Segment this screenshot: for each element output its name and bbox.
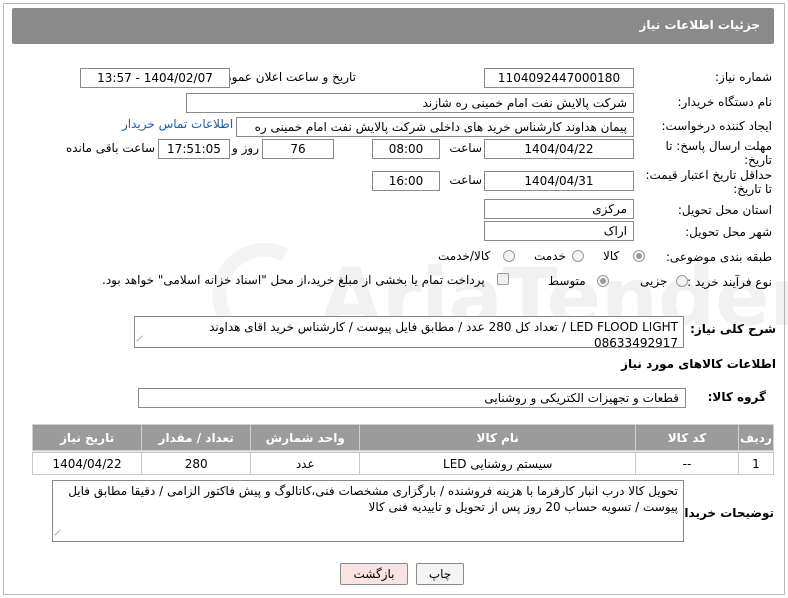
city-field: اراک xyxy=(484,221,634,241)
category-radio-goods[interactable] xyxy=(633,250,645,262)
cell-need-date: 1404/04/22 xyxy=(31,452,143,475)
min-validity-label-line2: تا تاریخ: xyxy=(733,182,772,196)
need-number-field: 1104092447000180 xyxy=(484,68,634,88)
goods-table: ردیف کد کالا نام کالا واحد شمارش تعداد /… xyxy=(31,424,775,475)
announce-datetime-field: 1404/02/07 - 13:57 xyxy=(80,68,230,88)
process-option-minor: جزیی xyxy=(640,274,668,288)
validity-date-field: 1404/04/31 xyxy=(484,171,634,191)
resize-handle[interactable] xyxy=(54,529,66,541)
buyer-notes-field: تحویل کالا درب انبار کارفرما با هزینه فر… xyxy=(52,480,684,542)
cell-quantity: 280 xyxy=(141,452,252,475)
col-need-date: تاریخ نیاز xyxy=(31,424,143,451)
days-label: روز و xyxy=(232,141,259,155)
province-label: استان محل تحویل: xyxy=(677,203,772,217)
table-header-row: ردیف کد کالا نام کالا واحد شمارش تعداد /… xyxy=(31,424,775,451)
buyer-org-field: شرکت پالایش نفت امام خمینی ره شازند xyxy=(186,93,634,113)
province-field: مرکزی xyxy=(484,199,634,219)
col-quantity: تعداد / مقدار xyxy=(141,424,252,451)
col-row-number: ردیف xyxy=(737,424,775,451)
remaining-time-field: 17:51:05 xyxy=(158,139,230,159)
category-label: طبقه بندی موضوعی: xyxy=(665,250,772,264)
treasury-payment-checkbox[interactable] xyxy=(497,273,509,285)
process-type-label: نوع فرآیند خرید : xyxy=(687,275,772,289)
validity-time-label: ساعت xyxy=(449,173,482,187)
treasury-payment-note: پرداخت تمام یا بخشی از مبلغ خرید،از محل … xyxy=(102,273,485,287)
category-option-goods-service: کالا/خدمت xyxy=(438,249,491,263)
deadline-time-field: 08:00 xyxy=(372,139,440,159)
buyer-org-label: نام دستگاه خریدار: xyxy=(677,95,773,109)
goods-info-title: اطلاعات کالاهای مورد نیاز xyxy=(621,357,776,371)
process-radio-minor[interactable] xyxy=(676,275,688,287)
cell-goods-code: -- xyxy=(635,452,739,475)
description-label: شرح کلی نیاز: xyxy=(690,322,776,336)
col-goods-code: کد کالا xyxy=(635,424,739,451)
cell-unit: عدد xyxy=(250,452,361,475)
need-number-label: شماره نیاز: xyxy=(715,70,772,84)
category-radio-goods-service[interactable] xyxy=(503,250,515,262)
col-goods-name: نام کالا xyxy=(359,424,637,451)
col-unit: واحد شمارش xyxy=(250,424,361,451)
goods-group-label: گروه کالا: xyxy=(707,390,766,404)
print-button[interactable]: چاپ xyxy=(416,563,464,585)
category-radio-service[interactable] xyxy=(572,250,584,262)
table-row: 1 -- سیستم روشنایی LED عدد 280 1404/04/2… xyxy=(31,452,775,475)
city-label: شهر محل تحویل: xyxy=(685,225,772,239)
announce-datetime-label: تاریخ و ساعت اعلان عمومی: xyxy=(211,70,356,84)
buyer-notes-text: تحویل کالا درب انبار کارفرما با هزینه فر… xyxy=(68,484,678,514)
category-option-service: خدمت xyxy=(534,249,566,263)
resize-handle[interactable] xyxy=(136,335,148,347)
process-option-medium: متوسط xyxy=(548,274,586,288)
deadline-label-line2: تاریخ: xyxy=(744,153,772,167)
buyer-contact-link[interactable]: اطلاعات تماس خریدار xyxy=(122,117,233,131)
back-button[interactable]: بازگشت xyxy=(340,563,408,585)
creator-field: پیمان هداوند کارشناس خرید های داخلی شرکت… xyxy=(236,117,634,137)
deadline-label-line1: مهلت ارسال پاسخ: تا xyxy=(665,139,772,153)
description-text: LED FLOOD LIGHT / تعداد کل 280 عدد / مطا… xyxy=(209,320,678,350)
deadline-time-label: ساعت xyxy=(449,141,482,155)
creator-label: ایجاد کننده درخواست: xyxy=(661,119,772,133)
validity-time-field: 16:00 xyxy=(372,171,440,191)
buyer-notes-label: توضیحات خریدار: xyxy=(672,506,774,520)
goods-group-field: قطعات و تجهیزات الکتریکی و روشنایی xyxy=(138,388,686,408)
page-header: جزئیات اطلاعات نیاز xyxy=(12,8,774,44)
min-validity-label-line1: حداقل تاریخ اعتبار قیمت: xyxy=(645,168,772,182)
cell-row-number: 1 xyxy=(737,452,775,475)
category-option-goods: کالا xyxy=(603,249,620,263)
days-remaining-field: 76 xyxy=(262,139,334,159)
remaining-time-label: ساعت باقی مانده xyxy=(65,141,155,155)
page-title: جزئیات اطلاعات نیاز xyxy=(639,18,760,32)
cell-goods-name: سیستم روشنایی LED xyxy=(359,452,637,475)
process-radio-medium[interactable] xyxy=(597,275,609,287)
deadline-date-field: 1404/04/22 xyxy=(484,139,634,159)
description-field: LED FLOOD LIGHT / تعداد کل 280 عدد / مطا… xyxy=(134,316,684,350)
